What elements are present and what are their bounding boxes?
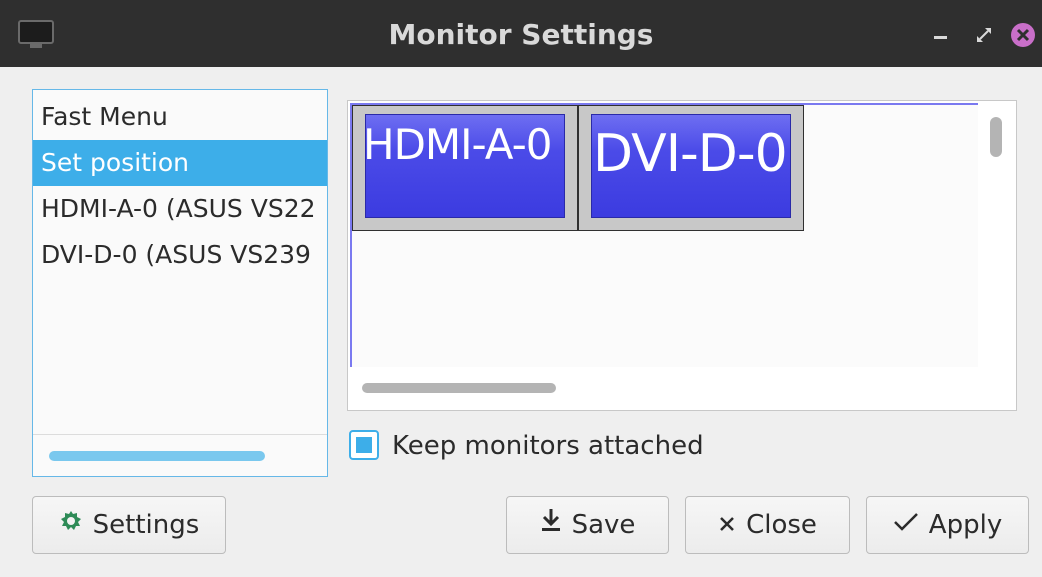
checkmark-icon	[893, 497, 919, 553]
settings-button[interactable]: Settings	[32, 496, 226, 554]
x-icon	[718, 497, 736, 553]
download-icon	[540, 497, 562, 553]
monitor-layout-preview: HDMI-A-0 DVI-D-0	[347, 100, 1017, 411]
settings-list[interactable]: Fast Menu Set position HDMI-A-0 (ASUS VS…	[32, 89, 328, 477]
gear-icon	[59, 497, 83, 553]
monitor-label: HDMI-A-0	[363, 120, 552, 169]
list-horizontal-scrollbar[interactable]	[49, 451, 265, 461]
keep-attached-label[interactable]: Keep monitors attached	[392, 430, 704, 462]
apply-button-label: Apply	[928, 510, 1003, 540]
list-item-dvi[interactable]: DVI-D-0 (ASUS VS239	[33, 232, 327, 278]
list-item-fast-menu[interactable]: Fast Menu	[33, 94, 327, 140]
close-button-label: Close	[746, 510, 817, 540]
keep-attached-checkbox[interactable]	[349, 430, 379, 460]
monitor-dvi[interactable]: DVI-D-0	[578, 105, 804, 231]
save-button[interactable]: Save	[506, 496, 669, 554]
minimize-icon[interactable]	[928, 22, 954, 48]
save-button-label: Save	[571, 510, 636, 540]
title-bar: Monitor Settings	[0, 0, 1042, 67]
horizontal-scrollbar[interactable]	[362, 383, 556, 393]
list-item-set-position[interactable]: Set position	[33, 140, 327, 186]
close-button[interactable]: Close	[685, 496, 850, 554]
divider	[33, 434, 327, 435]
layout-canvas: HDMI-A-0 DVI-D-0	[350, 103, 978, 367]
monitor-hdmi[interactable]: HDMI-A-0	[352, 105, 578, 231]
vertical-scrollbar[interactable]	[990, 117, 1002, 157]
apply-button[interactable]: Apply	[866, 496, 1029, 554]
monitor-label: DVI-D-0	[593, 124, 788, 184]
maximize-icon[interactable]	[971, 22, 997, 48]
list-item-hdmi[interactable]: HDMI-A-0 (ASUS VS22	[33, 186, 327, 232]
settings-button-label: Settings	[92, 510, 200, 540]
checkbox-fill	[356, 437, 372, 453]
close-icon[interactable]	[1010, 22, 1036, 48]
window-title: Monitor Settings	[388, 18, 654, 51]
